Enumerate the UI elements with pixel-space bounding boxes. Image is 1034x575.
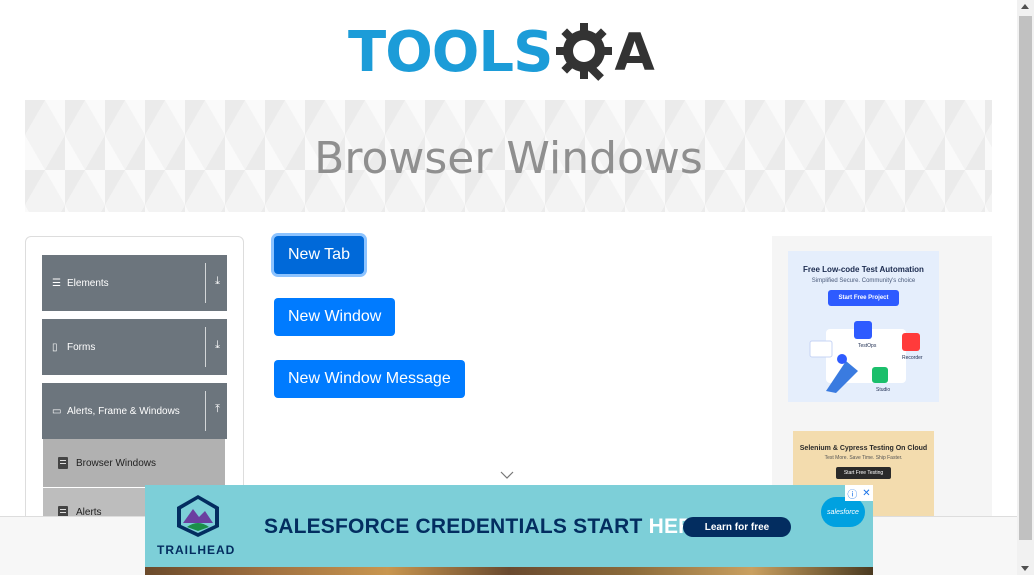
- window-icon: ▭: [52, 405, 62, 417]
- hamburger-icon: ☰: [52, 277, 61, 289]
- sidebar-group-label: Alerts, Frame & Windows: [67, 405, 180, 417]
- ad-label: TestOps: [858, 343, 877, 349]
- ad-title: Free Low-code Test Automation: [803, 265, 924, 274]
- page-title: Browser Windows: [314, 132, 703, 184]
- scroll-down-arrow-icon[interactable]: [1021, 566, 1029, 571]
- sidebar-item-label: Browser Windows: [76, 457, 157, 469]
- page: TOOLS A Browser Windows ☰ Elements ⤓ ▯ F…: [0, 0, 1034, 575]
- ad-choices-close[interactable]: ⓘ ✕: [845, 485, 873, 501]
- sidebar-group-alerts-frame-windows[interactable]: ▭ Alerts, Frame & Windows ⤒: [42, 383, 227, 439]
- ad-cta-button[interactable]: Start Free Project: [828, 290, 899, 306]
- ad-illustration: TestOps Recorder Studio: [809, 321, 923, 393]
- document-icon: [58, 457, 68, 469]
- vertical-scrollbar[interactable]: [1017, 0, 1034, 575]
- ad-label: Studio: [876, 387, 890, 393]
- sidebar-group-elements[interactable]: ☰ Elements ⤓: [42, 255, 227, 311]
- ad-subtitle: Simplified Secure. Community's choice: [811, 278, 916, 284]
- katalon-ad[interactable]: Free Low-code Test Automation Simplified…: [788, 251, 939, 402]
- trailhead-logo-icon: [177, 495, 219, 537]
- ad-subtitle: Test More. Save Time. Ship Faster.: [824, 455, 903, 461]
- new-window-message-button[interactable]: New Window Message: [274, 360, 465, 398]
- ad-label: Recorder: [902, 355, 923, 361]
- chevron-down-icon[interactable]: [500, 470, 514, 480]
- logo-a-text: A: [614, 23, 655, 83]
- ad-headline-main: SALESFORCE CREDENTIALS START: [264, 515, 649, 538]
- salesforce-logo-icon: salesforce: [821, 497, 865, 527]
- collapse-icon: ⤒: [215, 403, 220, 415]
- new-window-button[interactable]: New Window: [274, 298, 396, 336]
- page-banner: Browser Windows: [25, 100, 992, 212]
- ad-cta-button[interactable]: Start Free Testing: [835, 467, 892, 479]
- sidebar-group-label: Forms: [67, 341, 96, 353]
- trailhead-brand: TRAILHEAD: [157, 543, 236, 557]
- logo-tools-text: TOOLS: [348, 20, 553, 85]
- close-icon[interactable]: ✕: [862, 488, 870, 499]
- file-icon: ▯: [52, 341, 58, 353]
- ad-image-strip: [145, 567, 873, 575]
- ad-title: Selenium & Cypress Testing On Cloud: [799, 445, 928, 452]
- toolsqa-logo[interactable]: TOOLS A: [348, 14, 672, 92]
- gear-icon: [554, 21, 618, 85]
- salesforce-ad-banner[interactable]: TRAILHEAD SALESFORCE CREDENTIALS START H…: [145, 485, 873, 575]
- sidebar-group-forms[interactable]: ▯ Forms ⤓: [42, 319, 227, 375]
- sidebar-group-label: Elements: [67, 277, 109, 289]
- expand-icon: ⤓: [215, 275, 220, 287]
- scrollbar-thumb[interactable]: [1019, 16, 1032, 540]
- ad-headline: SALESFORCE CREDENTIALS START HERE.: [264, 515, 714, 539]
- header-divider: [205, 391, 206, 431]
- learn-for-free-button[interactable]: Learn for free: [683, 517, 791, 537]
- expand-icon: ⤓: [215, 339, 220, 351]
- header-divider: [205, 263, 206, 303]
- sidebar-item-browser-windows[interactable]: Browser Windows: [43, 439, 225, 487]
- header-divider: [205, 327, 206, 367]
- info-icon[interactable]: ⓘ: [847, 486, 857, 501]
- new-tab-button[interactable]: New Tab: [274, 236, 364, 274]
- scroll-up-arrow-icon[interactable]: [1021, 4, 1029, 9]
